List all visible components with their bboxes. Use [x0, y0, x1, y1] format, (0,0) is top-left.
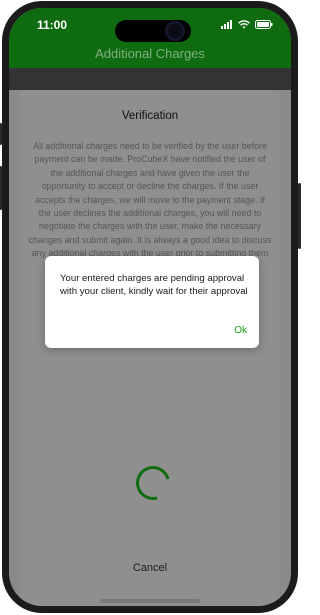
verification-body: All additional charges need to be verifi… — [28, 141, 272, 272]
camera-icon — [165, 21, 185, 41]
silent-switch — [0, 123, 2, 145]
loading-spinner-icon — [129, 459, 177, 507]
battery-icon — [255, 20, 273, 29]
status-time: 11:00 — [37, 18, 68, 32]
ok-button[interactable]: Ok — [230, 323, 251, 338]
app-header: 11:00 Additional Charges — [9, 8, 291, 68]
alert-dialog: Your entered charges are pending approva… — [45, 256, 259, 348]
volume-up-button — [0, 166, 2, 210]
app-screen: 11:00 Additional Charges Verification Al… — [9, 8, 291, 606]
power-button — [298, 183, 301, 249]
dialog-message: Your entered charges are pending approva… — [60, 273, 248, 297]
verification-title: Verification — [121, 110, 179, 122]
verification-panel: Verification All additional charges need… — [20, 90, 280, 606]
cancel-button[interactable]: Cancel — [20, 562, 280, 574]
wifi-icon — [238, 20, 250, 29]
home-indicator — [100, 599, 200, 603]
phone-frame: 11:00 Additional Charges Verification Al… — [0, 1, 301, 613]
header-shadow-band — [9, 68, 291, 90]
page-title: Additional Charges — [95, 46, 205, 61]
signal-icon — [221, 20, 232, 29]
status-icons — [221, 20, 273, 29]
